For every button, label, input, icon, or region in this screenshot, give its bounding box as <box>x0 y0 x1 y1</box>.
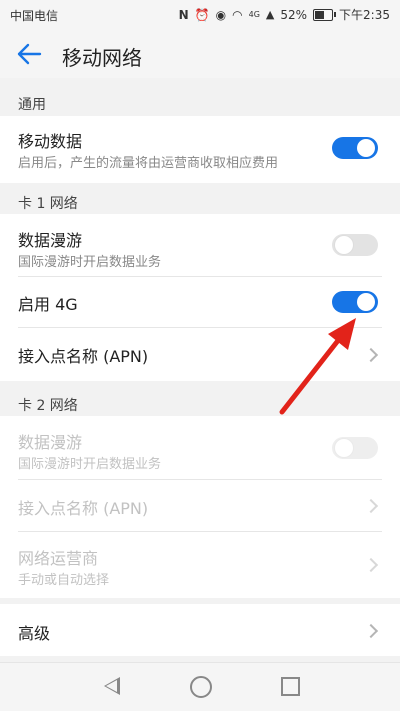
operator-title: 网络运营商 <box>18 549 99 568</box>
navigation-bar <box>0 662 400 711</box>
alarm-icon: ⏰ <box>194 7 210 22</box>
nav-recents-icon[interactable] <box>281 677 300 696</box>
nav-home-icon[interactable] <box>190 676 212 698</box>
card1-roaming-subtitle: 国际漫游时开启数据业务 <box>18 255 162 270</box>
card1-roaming-row[interactable]: 数据漫游 国际漫游时开启数据业务 <box>0 214 400 277</box>
advanced-card: 高级 <box>0 604 400 656</box>
mobile-data-subtitle: 启用后，产生的流量将由运营商收取相应费用 <box>18 156 279 171</box>
battery-percent: 52% <box>280 7 308 22</box>
section-label-card1: 卡 1 网络 <box>18 196 78 212</box>
section-label-general: 通用 <box>18 97 46 113</box>
card2-roaming-toggle <box>332 437 378 459</box>
eye-icon: ◉ <box>215 7 227 22</box>
general-card: 移动数据 启用后，产生的流量将由运营商收取相应费用 <box>0 116 400 183</box>
card2-apn-row: 接入点名称 (APN) <box>0 480 400 532</box>
enable-4g-title: 启用 4G <box>18 295 78 314</box>
chevron-right-icon <box>363 498 379 514</box>
page-title: 移动网络 <box>62 46 142 70</box>
network-type-label: 4G <box>248 10 260 19</box>
battery-icon <box>313 8 337 21</box>
wifi-icon: ◠ <box>232 7 243 22</box>
card2-roaming-title: 数据漫游 <box>18 433 83 452</box>
card2-apn-title: 接入点名称 (APN) <box>18 499 149 518</box>
status-icons: N ⏰ ◉ ◠ 4G ▲ 52% 下午2:35 <box>179 6 390 23</box>
card1-roaming-toggle[interactable] <box>332 234 378 256</box>
advanced-row[interactable]: 高级 <box>0 604 400 656</box>
section-label-card2: 卡 2 网络 <box>18 398 78 414</box>
clock: 下午2:35 <box>339 8 390 22</box>
card1-apn-title: 接入点名称 (APN) <box>18 347 149 366</box>
chevron-right-icon <box>363 623 379 639</box>
app-header: 移动网络 <box>0 30 400 78</box>
chevron-right-icon <box>363 557 379 573</box>
advanced-title: 高级 <box>18 624 51 643</box>
nfc-icon: N <box>178 7 189 22</box>
operator-subtitle: 手动或自动选择 <box>18 573 110 588</box>
card2-card: 数据漫游 国际漫游时开启数据业务 接入点名称 (APN) 网络运营商 手动或自动… <box>0 416 400 598</box>
operator-row: 网络运营商 手动或自动选择 <box>0 532 400 598</box>
back-arrow-icon[interactable] <box>14 42 44 66</box>
annotation-arrow-icon <box>279 318 356 415</box>
card2-roaming-subtitle: 国际漫游时开启数据业务 <box>18 457 162 472</box>
mobile-data-toggle[interactable] <box>332 137 378 159</box>
card1-roaming-title: 数据漫游 <box>18 231 83 250</box>
carrier-label: 中国电信 <box>10 9 59 23</box>
status-bar: 中国电信 N ⏰ ◉ ◠ 4G ▲ 52% 下午2:35 <box>0 0 400 30</box>
mobile-data-title: 移动数据 <box>18 132 83 151</box>
nav-back-icon[interactable] <box>104 677 120 695</box>
signal-icon: ▲ <box>265 8 275 21</box>
mobile-data-row[interactable]: 移动数据 启用后，产生的流量将由运营商收取相应费用 <box>0 116 400 183</box>
